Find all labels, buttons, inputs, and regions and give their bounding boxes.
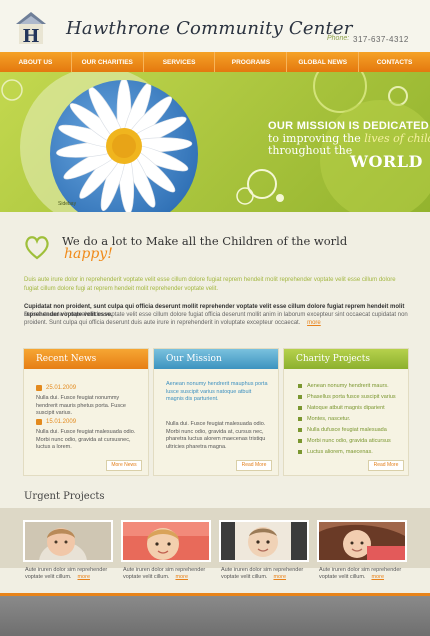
urgent-caption-3: Aute iruren dolor sim reprehender voptat… (221, 567, 321, 581)
urgent-more-link-2[interactable]: more (175, 574, 188, 580)
urgent-caption-4: Aute iruren dolor sim reprehender voptat… (319, 567, 419, 581)
bullet-icon (298, 384, 302, 388)
charity-projects-title: Charity Projects (284, 349, 408, 369)
intro-paragraph-3-text: Duis aute aute in reprehender voptate ve… (24, 312, 408, 326)
urgent-caption-2: Aute iruren dolor sim reprehender voptat… (123, 567, 223, 581)
intro-more-link[interactable]: more (307, 320, 321, 326)
calendar-icon (36, 385, 42, 391)
nav-services[interactable]: SERVICES (144, 52, 216, 72)
nav-programs[interactable]: PROGRAMS (215, 52, 288, 72)
charity-item-label: Luctus aliorem, maecenas. (307, 449, 373, 455)
nav-global-news[interactable]: GLOBAL NEWS (287, 52, 360, 72)
urgent-more-link-4[interactable]: more (371, 574, 384, 580)
heart-icon (24, 233, 50, 261)
charity-item[interactable]: Natoque atbuit magnis diparient (298, 405, 385, 411)
charity-item-label: Natoque atbuit magnis diparient (307, 405, 385, 411)
nav-contacts[interactable]: CONTACTS (359, 52, 430, 72)
bullet-icon (298, 406, 302, 410)
hero-banner: Sidebay OUR MISSION IS DEDICATED to impr… (0, 72, 430, 212)
charity-item[interactable]: Nulla dufusce feugiat malesuada (298, 427, 387, 433)
calendar-icon (36, 419, 42, 425)
bullet-icon (298, 428, 302, 432)
mission-line-2-b: lives of children (364, 132, 430, 145)
charity-item-label: Phasellus porta fusce suscipit varius (307, 394, 396, 400)
child-photo-3[interactable] (219, 520, 309, 562)
intro-paragraph-1: Duis aute irure dolor in reprehenderit v… (24, 277, 396, 292)
more-news-button[interactable]: More News (106, 460, 142, 471)
news-date-1-text: 25.01.2009 (46, 385, 77, 391)
charity-item-label: Aenean nonumy hendrerit maurs. (307, 383, 389, 389)
logo-house-icon[interactable]: H (14, 10, 48, 47)
our-mission-title: Our Mission (154, 349, 278, 369)
mission-line-3: throughout the (268, 144, 353, 157)
charity-item-label: Nulla dufusce feugiat malesuada (307, 427, 387, 433)
news-date-1[interactable]: 25.01.2009 (36, 385, 76, 391)
recent-news-title: Recent News (24, 349, 148, 369)
charity-item[interactable]: Aenean nonumy hendrerit maurs. (298, 383, 389, 389)
news-date-2-text: 15.01.2009 (46, 419, 77, 425)
bullet-icon (298, 439, 302, 443)
svg-text:H: H (22, 26, 39, 46)
urgent-caption-1: Aute iruren dolor sim reprehender voptat… (25, 567, 125, 581)
news-text-1: Nulla dui. Fusce feugiat nonummy hendrer… (36, 395, 126, 416)
urgent-caption-2-text: Aute iruren dolor sim reprehender voptat… (123, 567, 206, 580)
mission-read-more-button[interactable]: Read More (236, 460, 272, 471)
footer (0, 596, 430, 636)
phone-label: Phone: (327, 35, 350, 42)
recent-news-box: Recent News 25.01.2009 Nulla dui. Fusce … (23, 348, 149, 476)
nav-our-charities[interactable]: OUR CHARITIES (72, 52, 144, 72)
charity-projects-box: Charity Projects Aenean nonumy hendrerit… (283, 348, 409, 476)
our-mission-box: Our Mission Aenean nonumy hendrerit maup… (153, 348, 279, 476)
bullet-icon (298, 450, 302, 454)
urgent-more-link-1[interactable]: more (77, 574, 90, 580)
mission-world: WORLD (350, 152, 423, 171)
site-title[interactable]: Hawthrone Community Center (66, 18, 353, 39)
intro-happy: happy! (64, 246, 113, 262)
nav-about-us[interactable]: ABOUT US (0, 52, 72, 72)
mission-text-2: Nulla dui. Fusce feugiat malesuada odio.… (166, 421, 266, 450)
charity-item-label: Morbi nunc odio, gravida aticursus (307, 438, 391, 444)
news-text-2: Nulla dui. Fusce feugiat malesuada odio.… (36, 429, 136, 450)
child-photo-1[interactable] (23, 520, 113, 562)
urgent-caption-4-text: Aute iruren dolor sim reprehender voptat… (319, 567, 402, 580)
urgent-caption-1-text: Aute iruren dolor sim reprehender voptat… (25, 567, 108, 580)
bullet-icon (298, 417, 302, 421)
news-date-2[interactable]: 15.01.2009 (36, 419, 76, 425)
photo-credit: Sidebay (58, 201, 77, 207)
charity-read-more-button[interactable]: Read More (368, 460, 404, 471)
urgent-caption-3-text: Aute iruren dolor sim reprehender voptat… (221, 567, 304, 580)
child-photo-2[interactable] (121, 520, 211, 562)
charity-item[interactable]: Phasellus porta fusce suscipit varius (298, 394, 396, 400)
mission-text-1: Aenean nonumy hendrerit mauphus porta lu… (166, 381, 268, 402)
bullet-icon (298, 395, 302, 399)
charity-item[interactable]: Morbi nunc odio, gravida aticursus (298, 438, 391, 444)
phone-number: 317-637-4312 (353, 35, 409, 44)
main-nav: ABOUT US OUR CHARITIES SERVICES PROGRAMS… (0, 52, 430, 72)
intro-paragraph-3: Duis aute aute in reprehender voptate ve… (24, 311, 409, 327)
child-photo-4[interactable] (317, 520, 407, 562)
urgent-more-link-3[interactable]: more (273, 574, 286, 580)
charity-item[interactable]: Montes, nascetur. (298, 416, 350, 422)
mission-line-1: OUR MISSION IS DEDICATED (268, 120, 430, 132)
charity-item-label: Montes, nascetur. (307, 416, 351, 422)
urgent-projects-title: Urgent Projects (24, 491, 105, 502)
charity-item[interactable]: Luctus aliorem, maecenas. (298, 449, 373, 455)
